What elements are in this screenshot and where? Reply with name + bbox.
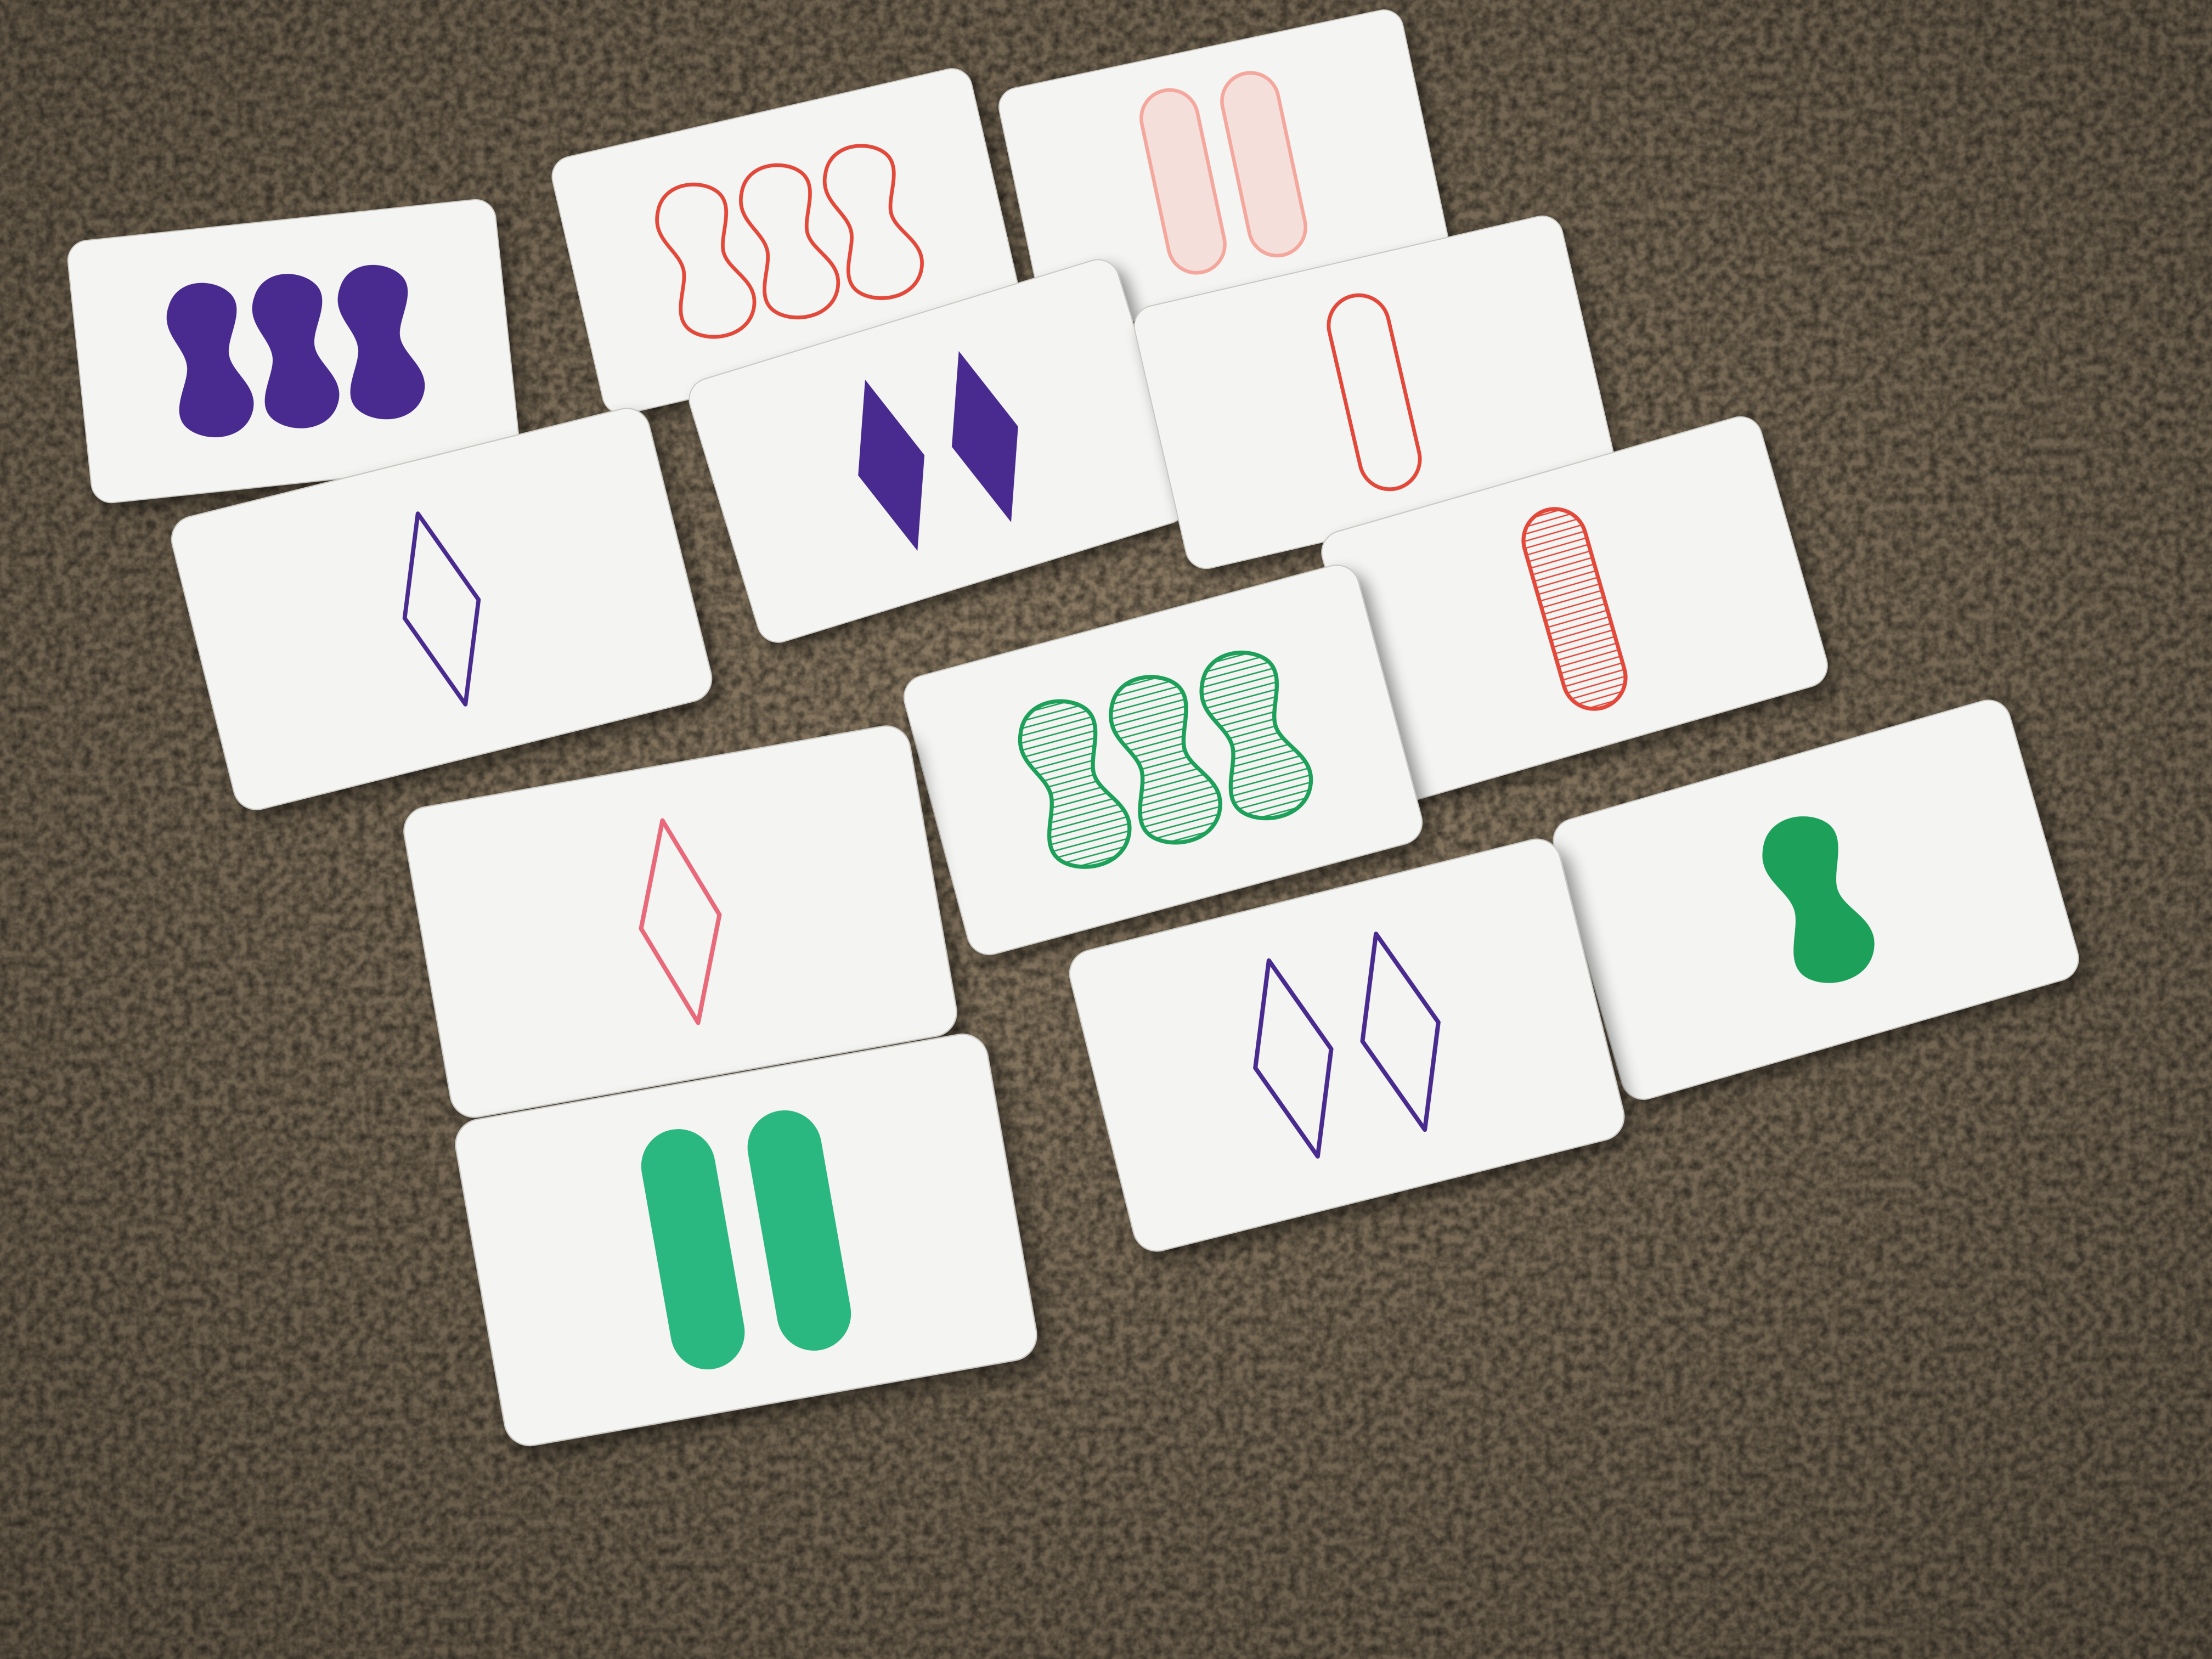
card-table-scene [0,0,2212,1659]
